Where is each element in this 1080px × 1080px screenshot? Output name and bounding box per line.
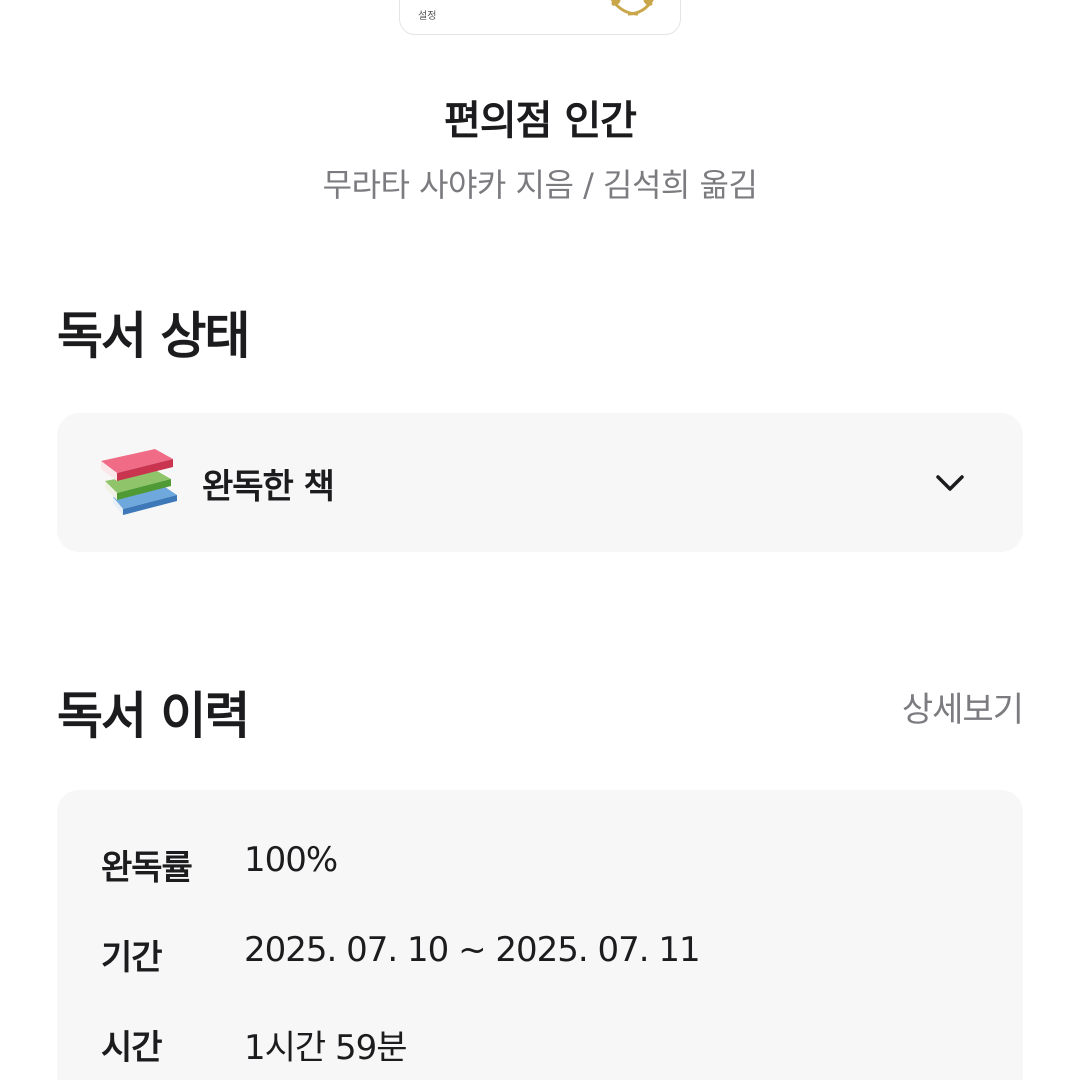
- laurel-icon: [610, 0, 654, 16]
- chevron-down-icon: [936, 475, 964, 491]
- reading-status-heading: 독서 상태: [57, 307, 250, 365]
- reading-history-heading: 독서 이력: [57, 687, 250, 745]
- book-title: 편의점 인간: [444, 98, 637, 144]
- history-row-label: 완독률: [101, 848, 193, 888]
- book-detail-screen: 설정 편의점 인간 무라타 사야카 지음 / 김석희 옮김 독서 상태 완독한 …: [0, 0, 1080, 1080]
- view-details-link[interactable]: 상세보기: [902, 682, 1024, 731]
- history-row-label: 시간: [101, 1028, 163, 1068]
- history-row-label: 기간: [101, 938, 163, 978]
- history-row-value: 100%: [244, 840, 338, 880]
- cover-text: 설정: [418, 11, 437, 22]
- books-stack-icon: [101, 449, 177, 515]
- reading-history-card: 완독률 100% 기간 2025. 07. 10 ~ 2025. 07. 11 …: [57, 790, 1023, 1080]
- book-author: 무라타 사야카 지음 / 김석희 옮김: [322, 166, 758, 204]
- reading-status-select[interactable]: 완독한 책: [57, 413, 1023, 552]
- reading-status-value: 완독한 책: [202, 467, 335, 507]
- history-row-value: 1시간 59분: [244, 1028, 408, 1068]
- history-row-value: 2025. 07. 10 ~ 2025. 07. 11: [244, 930, 701, 970]
